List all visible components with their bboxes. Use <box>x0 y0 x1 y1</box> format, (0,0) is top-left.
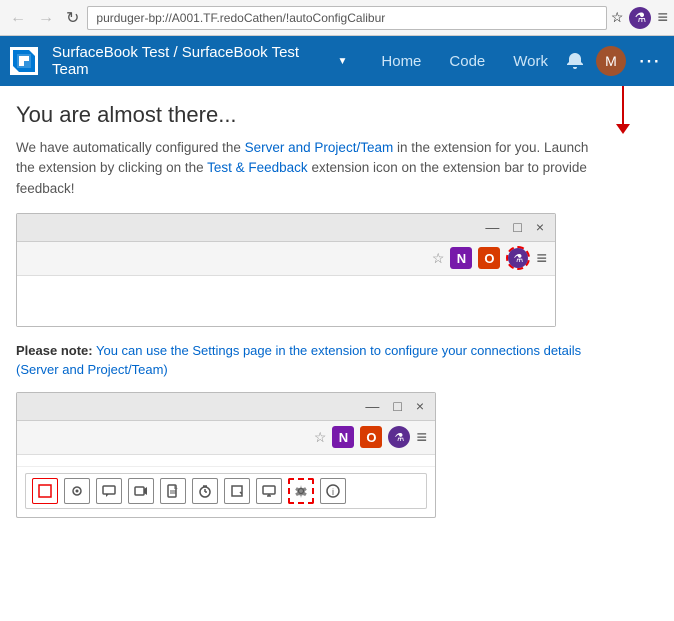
red-arrow-line <box>622 86 624 124</box>
mockup2-lab-icon[interactable]: ⚗ <box>388 426 410 448</box>
mockup2-titlebar: — □ × <box>17 393 435 421</box>
vsts-logo <box>10 47 44 75</box>
red-arrow-indicator <box>616 86 630 134</box>
browser-menu-icon[interactable]: ≡ <box>657 7 668 28</box>
mockup1-lab-icon-circled[interactable]: ⚗ <box>506 246 530 270</box>
mockup1-office-icon[interactable]: O <box>478 247 500 269</box>
mockup2-minimize[interactable]: — <box>362 398 382 414</box>
vsts-logo-svg <box>13 50 35 72</box>
mockup1-star-icon: ☆ <box>432 250 445 267</box>
page-content: You are almost there... We have automati… <box>0 86 674 528</box>
vsts-logo-icon <box>10 47 38 75</box>
mockup2-onenote-icon[interactable]: N <box>332 426 354 448</box>
mockup1-body <box>17 276 555 326</box>
comment-icon <box>102 484 116 498</box>
address-bar[interactable] <box>87 6 607 30</box>
mockup2-menu-icon[interactable]: ≡ <box>416 427 427 448</box>
screen-icon <box>262 484 276 498</box>
feedback-highlight: Test & Feedback <box>207 160 308 175</box>
note-link[interactable]: You can use the Settings page in the ext… <box>16 343 581 378</box>
tool-info[interactable]: i <box>320 478 346 504</box>
video-icon <box>134 484 148 498</box>
tool-timer[interactable] <box>192 478 218 504</box>
tool-settings[interactable] <box>288 478 314 504</box>
server-highlight: Server and Project/Team <box>245 140 394 155</box>
tool-comment[interactable] <box>96 478 122 504</box>
vsts-navbar: SurfaceBook Test / SurfaceBook Test Team… <box>0 36 674 86</box>
mockup2-maximize[interactable]: □ <box>390 398 404 414</box>
vsts-right-icons: M ⋯ <box>562 44 664 78</box>
tool-video[interactable] <box>128 478 154 504</box>
mockup2-body <box>17 455 435 467</box>
svg-text:i: i <box>332 487 334 497</box>
mockup1-lab-inner: ⚗ <box>508 248 528 268</box>
tool-pen[interactable] <box>32 478 58 504</box>
tool-screen[interactable] <box>256 478 282 504</box>
mockup2-star-icon: ☆ <box>314 429 327 446</box>
mockup1-titlebar: — □ × <box>17 214 555 242</box>
tool-file[interactable] <box>160 478 186 504</box>
tools-toolbar: i <box>25 473 427 509</box>
crop-icon <box>230 484 244 498</box>
tool-camera[interactable] <box>64 478 90 504</box>
avatar[interactable]: M <box>596 46 626 76</box>
mockup1-close[interactable]: × <box>533 219 547 235</box>
tool-crop[interactable] <box>224 478 250 504</box>
note-text: Please note: You can use the Settings pa… <box>16 341 596 380</box>
timer-icon <box>198 484 212 498</box>
info-icon: i <box>326 484 340 498</box>
note-bold: Please note: <box>16 343 93 358</box>
mockup1-minimize[interactable]: — <box>482 219 502 235</box>
page-description: We have automatically configured the Ser… <box>16 138 596 199</box>
star-icon: ☆ <box>611 9 624 26</box>
page-title: You are almost there... <box>16 102 658 128</box>
mockup1-menu-icon[interactable]: ≡ <box>536 248 547 269</box>
red-arrow-head <box>616 124 630 134</box>
gear-icon <box>294 484 308 498</box>
mockup2-office-icon[interactable]: O <box>360 426 382 448</box>
more-options-button[interactable]: ⋯ <box>634 44 664 78</box>
project-chevron-icon: ▼ <box>337 56 347 67</box>
nav-work[interactable]: Work <box>499 36 562 86</box>
mockup1-toolbar: ☆ N O ⚗ ≡ <box>17 242 555 276</box>
browser-chrome: ← → ↻ ☆ ⚗ ≡ <box>0 0 674 36</box>
back-button[interactable]: ← <box>6 7 30 29</box>
camera-icon <box>70 484 84 498</box>
nav-home[interactable]: Home <box>367 36 435 86</box>
notifications-button[interactable] <box>562 48 588 74</box>
browser-mockup-1: — □ × ☆ N O ⚗ ≡ <box>16 213 556 327</box>
forward-button[interactable]: → <box>34 7 58 29</box>
nav-code[interactable]: Code <box>435 36 499 86</box>
pen-icon <box>38 484 52 498</box>
bell-icon <box>566 52 584 70</box>
vsts-nav-links: Home Code Work <box>367 36 562 86</box>
test-feedback-icon[interactable]: ⚗ <box>629 7 651 29</box>
mockup2-toolbar: ☆ N O ⚗ ≡ <box>17 421 435 455</box>
browser-mockup-2: — □ × ☆ N O ⚗ ≡ <box>16 392 436 518</box>
mockup1-maximize[interactable]: □ <box>510 219 524 235</box>
mockup2-close[interactable]: × <box>413 398 427 414</box>
file-icon <box>166 484 180 498</box>
project-name[interactable]: SurfaceBook Test / SurfaceBook Test Team… <box>52 44 347 78</box>
browser-action-icons: ☆ ⚗ ≡ <box>611 7 668 29</box>
mockup1-onenote-icon[interactable]: N <box>450 247 472 269</box>
refresh-button[interactable]: ↻ <box>62 6 83 30</box>
